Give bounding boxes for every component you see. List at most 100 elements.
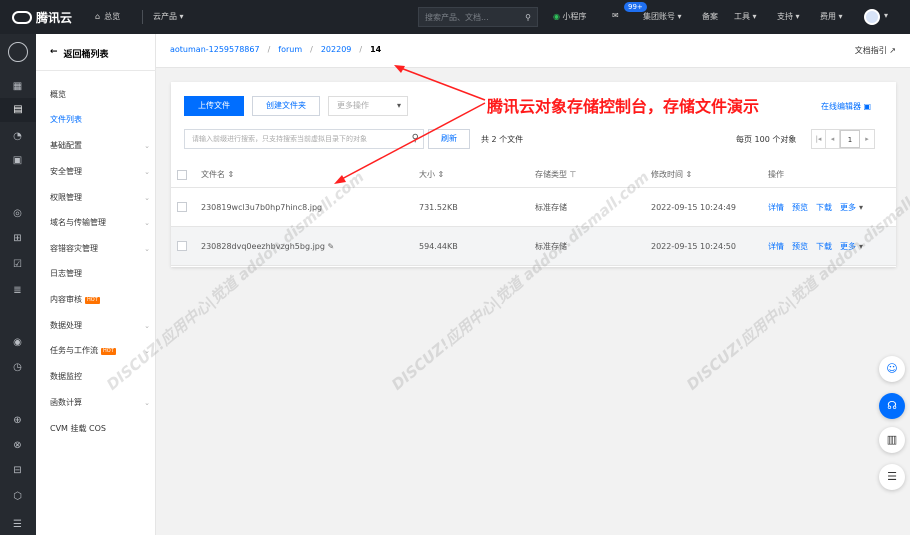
object-search-input[interactable]: 请输入前缀进行搜索，只支持搜索当前虚拟目录下的对象 ⚲ — [184, 129, 424, 149]
header-size[interactable]: 大小 ⇕ — [419, 162, 444, 187]
select-all-checkbox[interactable] — [177, 169, 187, 180]
database-icon[interactable]: ≣ — [11, 284, 24, 297]
hexagon-icon[interactable]: ⬡ — [11, 490, 24, 503]
sidebar-item[interactable]: 基础配置 ⌄ — [50, 139, 150, 153]
storage-type: 标准存储 — [535, 202, 567, 212]
breadcrumb-forum[interactable]: forum — [278, 45, 302, 54]
refresh-button[interactable]: 刷新 — [428, 129, 470, 149]
online-editor-link[interactable]: 在线编辑器 ▣ — [821, 101, 871, 112]
upload-file-button[interactable]: 上传文件 — [184, 96, 244, 116]
target-icon[interactable]: ◎ — [11, 207, 24, 220]
sidebar-item-label-wrap: 文件列表 — [50, 113, 82, 127]
headset-support-icon[interactable]: ☊ — [879, 393, 905, 419]
cos-product-icon[interactable] — [8, 42, 28, 62]
chevron-down-icon: ⌄ — [144, 322, 150, 330]
book-icon[interactable]: ▥ — [879, 427, 905, 453]
sidebar-item[interactable]: CVM 挂载 COS — [50, 422, 150, 436]
preview-link[interactable]: 预览 — [792, 202, 808, 213]
detail-link[interactable]: 详情 — [768, 202, 784, 213]
storage-icon[interactable]: ▤ — [0, 98, 36, 122]
create-folder-button[interactable]: 创建文件夹 — [252, 96, 320, 116]
mini-program-link[interactable]: ◉ 小程序 — [553, 11, 587, 22]
sidebar-item[interactable]: 容错容灾管理 ⌄ — [50, 242, 150, 256]
billing-menu[interactable]: 费用 ▾ — [820, 11, 843, 22]
group-account-menu[interactable]: 集团账号 ▾ — [643, 11, 682, 22]
sidebar-item-label: 日志管理 — [50, 269, 82, 278]
download-link[interactable]: 下载 — [816, 241, 832, 252]
home-link[interactable]: ⌂ 总览 — [95, 11, 120, 22]
sidebar-item-label: CVM 挂载 COS — [50, 424, 107, 433]
modified-time: 2022-09-15 10:24:50 — [651, 241, 736, 251]
settings-icon[interactable]: ⊗ — [11, 439, 24, 452]
sidebar-item-label-wrap: 函数计算 — [50, 396, 82, 410]
header-modified[interactable]: 修改时间 ⇕ — [651, 162, 692, 187]
sidebar-item[interactable]: 文件列表 — [50, 113, 150, 127]
sidebar-item[interactable]: 概览 — [50, 88, 150, 102]
smile-feedback-icon[interactable]: ☺ — [879, 356, 905, 382]
search-icon[interactable]: ⚲ — [412, 130, 419, 148]
sidebar-item[interactable]: 内容审核 HOT — [50, 293, 150, 307]
sidebar-item[interactable]: 安全管理 ⌄ — [50, 165, 150, 179]
page-number-input[interactable]: 1 — [840, 130, 860, 148]
preview-link[interactable]: 预览 — [792, 241, 808, 252]
layers-icon[interactable]: ⊟ — [11, 464, 24, 477]
globe-icon[interactable]: ⊕ — [11, 414, 24, 427]
more-link[interactable]: 更多 — [840, 202, 856, 213]
chevron-down-icon[interactable]: ▾ — [884, 11, 888, 20]
sidebar-item-label-wrap: 任务与工作流 HOT — [50, 344, 116, 358]
caret-down-icon: ▾ — [396, 101, 401, 110]
support-menu[interactable]: 支持 ▾ — [777, 11, 800, 22]
file-size: 731.52KB — [419, 202, 458, 212]
menu-toggle-icon[interactable]: ☰ — [11, 518, 24, 531]
detail-link[interactable]: 详情 — [768, 241, 784, 252]
header-filename[interactable]: 文件名 ⇕ — [201, 162, 234, 187]
table-row[interactable]: 230819wcl3u7b0hp7hinc8.jpg 731.52KB 标准存储 20… — [171, 188, 896, 227]
header-storage-type[interactable]: 存储类型 ⊤ — [535, 162, 577, 187]
network-icon[interactable]: ⊞ — [11, 232, 24, 245]
first-page-icon[interactable]: |◂ — [812, 130, 826, 148]
cloud-icon — [12, 10, 32, 24]
breadcrumb-bucket[interactable]: aotuman-1259578867 — [170, 45, 260, 54]
pie-chart-icon[interactable]: ◔ — [11, 130, 24, 143]
chevron-down-icon: ⌄ — [144, 245, 150, 253]
breadcrumb-202209[interactable]: 202209 — [321, 45, 352, 54]
sidebar-item[interactable]: 权限管理 ⌄ — [50, 191, 150, 205]
tencent-cloud-logo[interactable]: 腾讯云 — [12, 9, 72, 25]
tools-menu[interactable]: 工具 ▾ — [734, 11, 757, 22]
row-checkbox-cell — [177, 227, 187, 265]
sidebar-item[interactable]: 函数计算 ⌄ — [50, 396, 150, 410]
monitor-icon[interactable]: ◉ — [11, 336, 24, 349]
sort-icon: ⇕ — [437, 170, 445, 179]
user-avatar[interactable] — [864, 9, 880, 25]
download-link[interactable]: 下载 — [816, 202, 832, 213]
edit-pencil-icon[interactable]: ✎ — [328, 242, 335, 251]
pagination: |◂ ◂ 1 ▸ — [811, 129, 875, 149]
search-icon[interactable]: ⚲ — [525, 13, 531, 22]
more-actions-select[interactable]: 更多操作 ▾ — [328, 96, 408, 116]
clock-icon[interactable]: ◷ — [11, 361, 24, 374]
header-modified-label: 修改时间 — [651, 170, 683, 179]
sidebar-item[interactable]: 域名与传输管理 ⌄ — [50, 216, 150, 230]
object-search-placeholder: 请输入前缀进行搜索，只支持搜索当前虚拟目录下的对象 — [192, 135, 367, 143]
beian-link[interactable]: 备案 — [702, 11, 718, 22]
list-icon[interactable]: ☰ — [879, 464, 905, 490]
sidebar-item-label-wrap: 内容审核 HOT — [50, 293, 100, 307]
mail-icon[interactable]: ✉ — [612, 11, 619, 20]
sidebar-item-label: 概览 — [50, 90, 66, 99]
grid-icon[interactable]: ▦ — [11, 80, 24, 93]
save-icon[interactable]: ▣ — [11, 154, 24, 167]
row-checkbox[interactable] — [177, 202, 187, 212]
sidebar-item-label-wrap: 数据监控 — [50, 370, 82, 384]
row-checkbox[interactable] — [177, 241, 187, 251]
sidebar-item[interactable]: 数据处理 ⌄ — [50, 319, 150, 333]
per-page-select[interactable]: 每页 100 个对象 — [736, 134, 796, 145]
prev-page-icon[interactable]: ◂ — [826, 130, 840, 148]
back-to-buckets-link[interactable]: ← 返回桶列表 — [50, 47, 109, 60]
sidebar-item[interactable]: 日志管理 — [50, 267, 150, 281]
products-menu[interactable]: 云产品 ▾ — [153, 11, 184, 22]
check-box-icon[interactable]: ☑ — [11, 258, 24, 271]
top-search-input[interactable]: 搜索产品、文档... ⚲ — [418, 7, 538, 27]
sidebar-item-label: 权限管理 — [50, 193, 82, 202]
doc-guide-link[interactable]: 文档指引 ↗ — [855, 45, 896, 56]
next-page-icon[interactable]: ▸ — [860, 130, 874, 148]
